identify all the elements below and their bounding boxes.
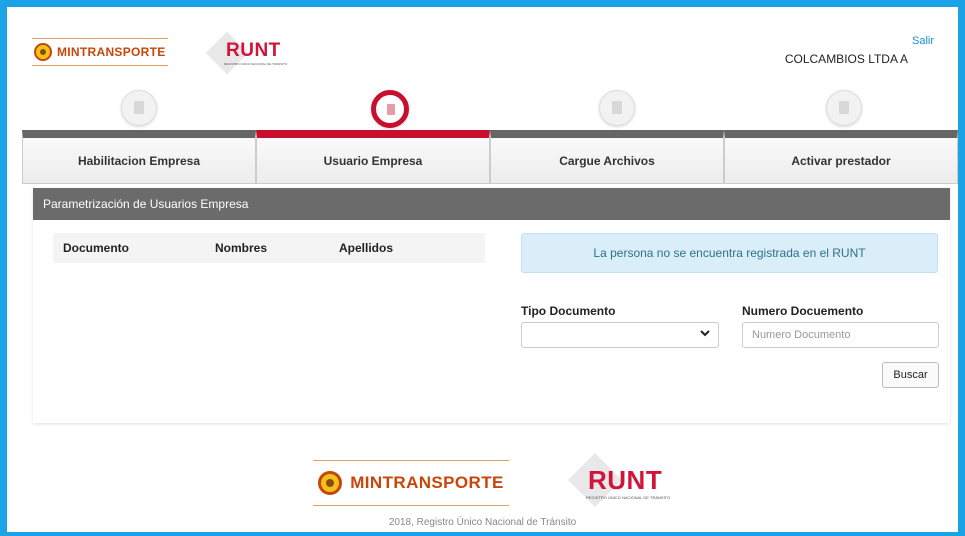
tab-cargue-archivos[interactable]: Cargue Archivos — [490, 130, 724, 184]
footer-runt-text: RUNT — [588, 465, 663, 495]
header: MINTRANSPORTE RUNT REGISTRO ÚNICO NACION… — [22, 30, 952, 80]
tab-usuario-empresa[interactable]: Usuario Empresa — [256, 130, 490, 184]
numero-documento-label: Numero Docuemento — [742, 304, 864, 318]
tipo-documento-label: Tipo Documento — [521, 304, 616, 318]
footer-runt-subtitle: REGISTRO ÚNICO NACIONAL DE TRÁNSITO — [586, 495, 671, 500]
chevron-down-icon — [700, 326, 710, 343]
step-2-document-icon — [371, 90, 409, 128]
step-3-document-icon — [599, 90, 635, 126]
tab-habilitacion-empresa[interactable]: Habilitacion Empresa — [22, 130, 256, 184]
column-nombres: Nombres — [215, 241, 268, 255]
column-apellidos: Apellidos — [339, 241, 394, 255]
footer-mintransporte-logo: MINTRANSPORTE — [313, 460, 509, 506]
panel-title: Parametrización de Usuarios Empresa — [33, 188, 950, 220]
wizard-tabs: Habilitacion Empresa Usuario Empresa Car… — [22, 130, 958, 184]
company-name: COLCAMBIOS LTDA A — [784, 52, 908, 66]
footer-runt-logo: RUNT REGISTRO ÚNICO NACIONAL DE TRÁNSITO — [568, 453, 680, 507]
runt-logo-subtitle: REGISTRO ÚNICO NACIONAL DE TRÁNSITO — [224, 62, 288, 66]
runt-logo: RUNT REGISTRO ÚNICO NACIONAL DE TRÁNSITO — [205, 31, 292, 75]
colombia-seal-icon — [318, 471, 343, 495]
not-registered-alert: La persona no se encuentra registrada en… — [521, 233, 938, 273]
runt-logo-text: RUNT — [226, 40, 281, 61]
step-4-document-icon — [826, 90, 862, 126]
users-panel: Parametrización de Usuarios Empresa Docu… — [33, 188, 950, 423]
step-1-document-icon — [121, 90, 157, 126]
footer-mintransporte-text: MINTRANSPORTE — [350, 473, 504, 492]
column-documento: Documento — [63, 241, 129, 255]
numero-documento-input[interactable] — [742, 322, 939, 348]
tab-activar-prestador[interactable]: Activar prestador — [724, 130, 958, 184]
mintransporte-logo: MINTRANSPORTE — [32, 38, 168, 66]
users-table-header: Documento Nombres Apellidos — [53, 233, 485, 263]
search-button[interactable]: Buscar — [882, 362, 939, 388]
wizard-steps: Habilitacion Empresa Usuario Empresa Car… — [22, 90, 958, 186]
mintransporte-logo-text: MINTRANSPORTE — [57, 45, 166, 59]
logout-link[interactable]: Salir — [912, 35, 934, 47]
tipo-documento-select[interactable] — [521, 322, 719, 348]
colombia-seal-icon — [34, 43, 52, 61]
copyright-text: 2018, Registro Único Nacional de Tránsit… — [388, 517, 577, 528]
